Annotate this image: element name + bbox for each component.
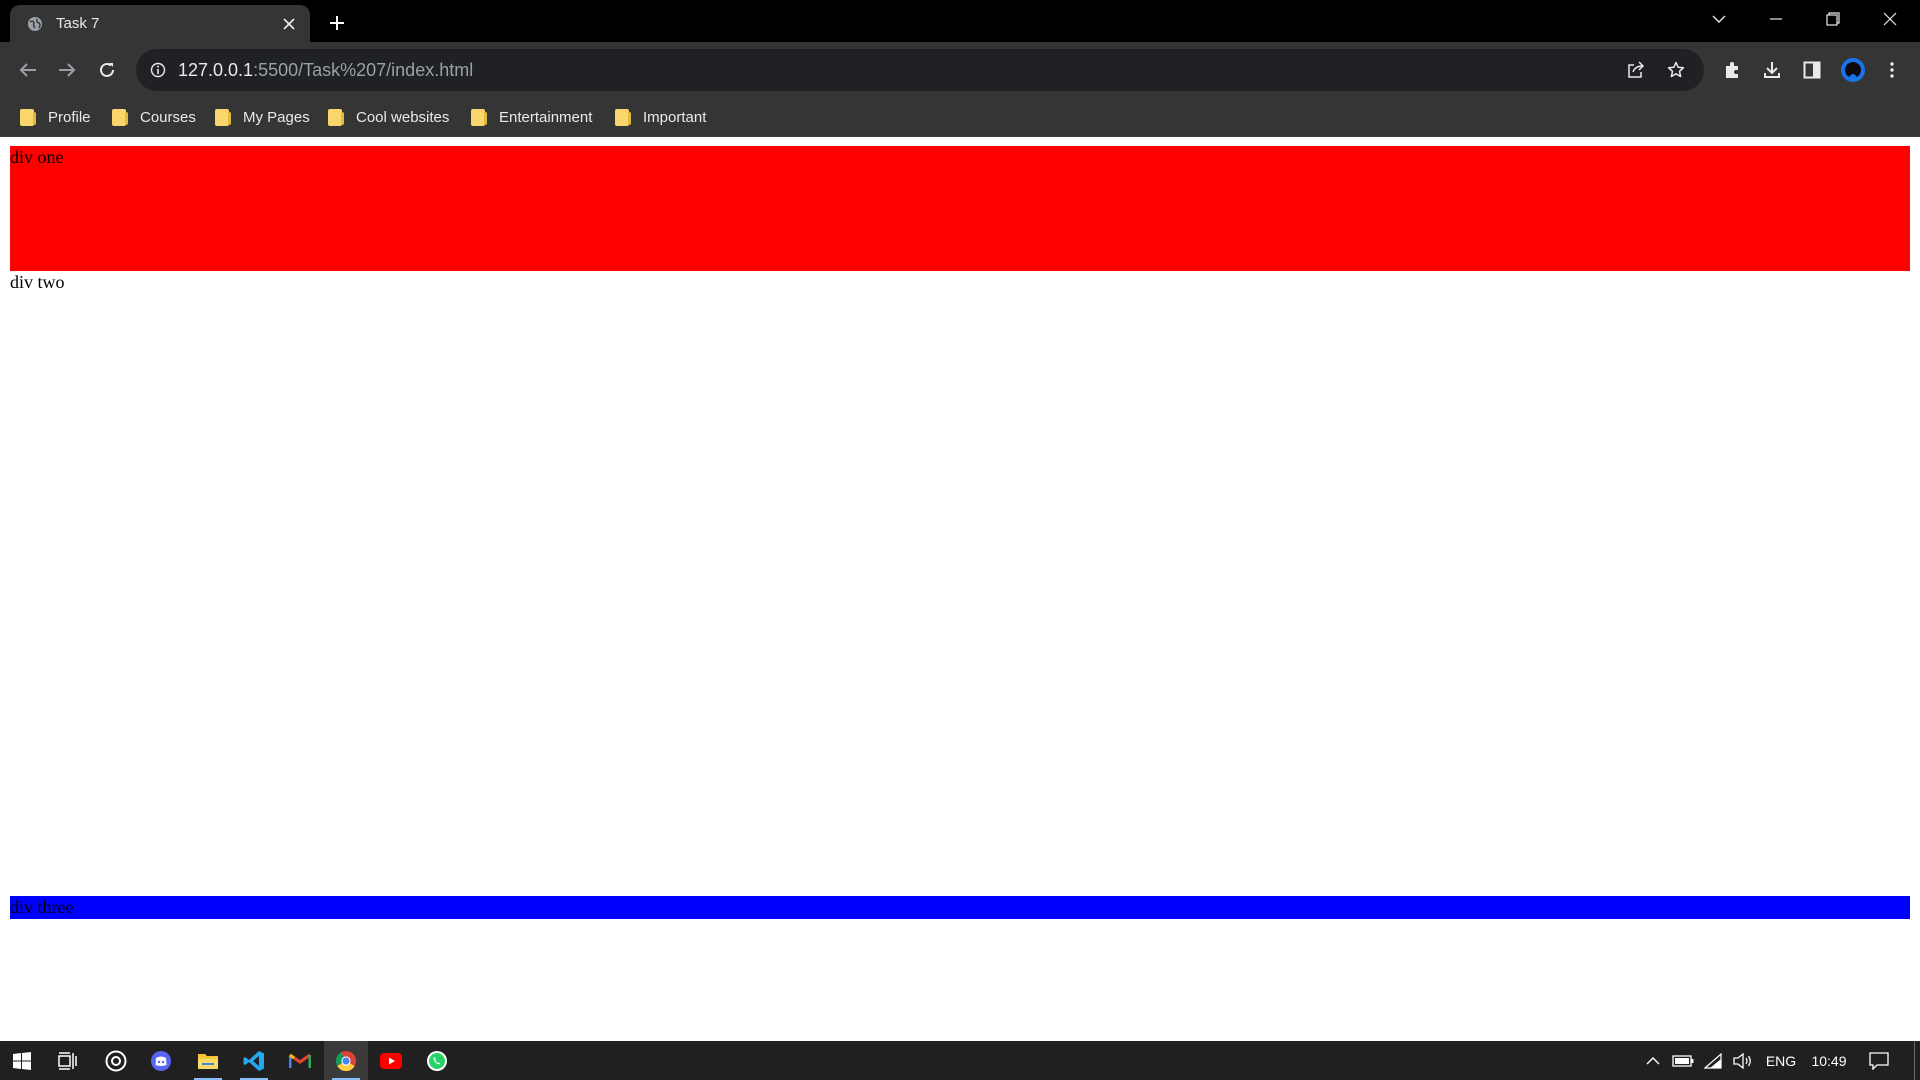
chrome-icon[interactable] [324,1041,368,1080]
close-window-icon[interactable] [1870,4,1910,34]
plus-icon [330,16,344,30]
folder-icon [215,108,231,126]
url-path: :5500/Task%207/index.html [253,60,474,80]
bookmark-my-pages[interactable]: My Pages [215,107,310,127]
bookmark-label: Cool websites [356,108,450,126]
div-one: div one [10,146,1910,271]
obs-icon[interactable] [94,1041,138,1080]
back-button[interactable] [12,54,44,86]
bookmark-profile[interactable]: Profile [20,107,91,127]
star-icon[interactable] [1664,58,1688,82]
vscode-icon[interactable] [232,1041,276,1080]
windows-taskbar: ENG 10:49 [0,1041,1920,1080]
restore-icon[interactable] [1813,4,1853,34]
folder-icon [615,108,631,126]
folder-icon [471,108,487,126]
notifications-icon[interactable] [1864,1041,1894,1080]
url-host: 127.0.0.1 [178,60,254,80]
chevron-up-icon[interactable] [1640,1041,1666,1080]
page-content: div one div two div three [0,137,1920,1041]
extensions-icon[interactable] [1718,56,1746,84]
new-tab-button[interactable] [323,9,351,37]
div-two: div two [10,271,1910,894]
folder-icon [328,108,344,126]
show-desktop-button[interactable] [1914,1041,1920,1080]
div-two-text: div two [10,272,65,292]
address-bar[interactable]: 127.0.0.1:5500/Task%207/index.html [136,49,1704,91]
tab-strip: Task 7 [0,0,1920,42]
discord-icon[interactable] [139,1041,183,1080]
share-icon[interactable] [1624,58,1648,82]
info-icon[interactable] [148,60,168,80]
reload-button[interactable] [91,54,123,86]
file-explorer-icon[interactable] [186,1041,230,1080]
back-arrow-icon [19,63,36,77]
bookmark-cool-websites[interactable]: Cool websites [328,107,449,127]
div-three-text: div three [10,897,74,917]
bookmark-label: Important [643,108,707,126]
volume-icon[interactable] [1730,1041,1756,1080]
bookmark-label: My Pages [243,108,310,126]
youtube-icon[interactable] [369,1041,413,1080]
bookmark-courses[interactable]: Courses [112,107,196,127]
language-indicator[interactable]: ENG [1762,1041,1800,1080]
gmail-icon[interactable] [278,1041,322,1080]
browser-toolbar: 127.0.0.1:5500/Task%207/index.html [0,42,1920,98]
minimize-icon[interactable] [1756,4,1796,34]
folder-icon [20,108,36,126]
bookmark-label: Profile [48,108,91,126]
div-three: div three [10,896,1910,919]
clock[interactable]: 10:49 [1806,1041,1852,1080]
tab-task-7[interactable]: Task 7 [10,5,310,42]
bookmark-label: Entertainment [499,108,593,126]
whatsapp-icon[interactable] [415,1041,459,1080]
forward-arrow-icon [59,63,76,77]
windows-start-icon[interactable] [0,1041,44,1080]
bookmark-entertainment[interactable]: Entertainment [471,107,592,127]
bookmark-important[interactable]: Important [615,107,706,127]
wifi-icon[interactable] [1700,1041,1726,1080]
tab-title: Task 7 [56,15,100,32]
side-panel-icon[interactable] [1798,56,1826,84]
menu-icon[interactable] [1878,56,1906,84]
download-icon[interactable] [1758,56,1786,84]
tab-search-icon[interactable] [1699,4,1739,34]
bookmark-label: Courses [140,108,196,126]
globe-icon [26,15,44,33]
folder-icon [112,108,128,126]
reload-icon [100,62,114,77]
url-text: 127.0.0.1:5500/Task%207/index.html [178,60,473,81]
bookmarks-bar: Profile Courses My Pages Cool websites E… [0,98,1920,137]
task-view-icon[interactable] [45,1041,89,1080]
close-icon[interactable] [278,13,300,35]
div-one-text: div one [10,147,64,167]
profile-avatar[interactable] [1839,56,1867,84]
battery-icon[interactable] [1670,1041,1696,1080]
forward-button[interactable] [51,54,83,86]
